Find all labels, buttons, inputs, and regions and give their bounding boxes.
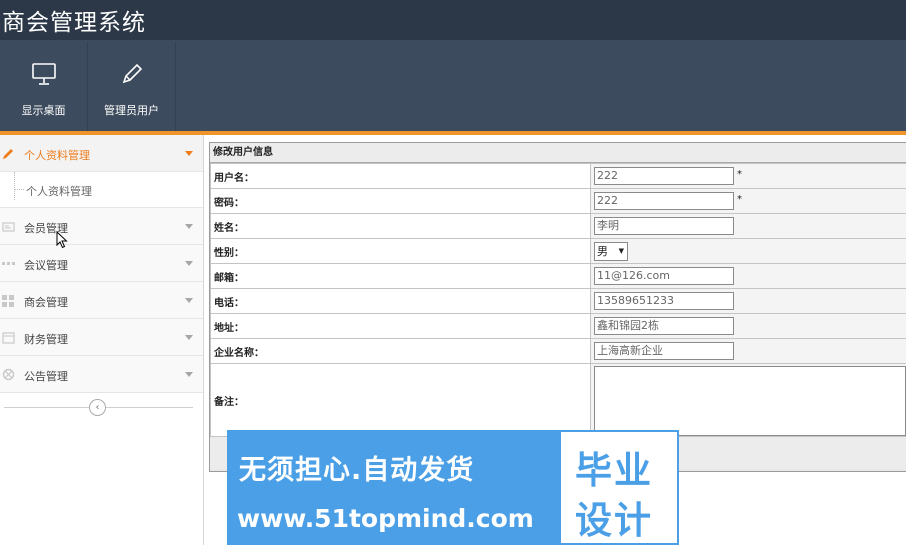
form-row-password: 密码： 222 * [210,188,906,214]
sidebar-item-notices[interactable]: 公告管理 [0,356,203,393]
sidebar-item-label: 个人资料管理 [24,149,90,162]
show-desktop-button[interactable]: 显示桌面 [0,42,88,131]
phone-label: 电话： [210,288,591,314]
gender-selected-value: 男 [597,244,608,258]
calendar-icon [2,331,15,344]
sidebar-item-label: 会议管理 [24,259,68,272]
app-header: 商会管理系统 显示桌面 管理员用户 [0,0,906,131]
watermark-banner: 无须担心.自动发货 www.51topmind.com 毕业 设计 [227,430,679,545]
form-row-phone: 电话： 13589651233 [210,288,906,314]
chevron-left-icon[interactable]: ‹ [89,399,106,416]
username-label: 用户名： [210,163,591,189]
required-mark: * [737,194,742,205]
company-label: 企业名称： [210,338,591,364]
member-icon [2,220,15,233]
email-input[interactable]: 11@126.com [594,267,734,285]
chevron-down-icon[interactable] [185,224,193,229]
sidebar-item-label: 商会管理 [24,296,68,309]
admin-user-button[interactable]: 管理员用户 [88,42,176,131]
sidebar-item-label: 财务管理 [24,333,68,346]
watermark-url: www.51topmind.com [237,504,534,533]
toolbar: 显示桌面 管理员用户 [0,42,176,131]
watermark-slogan: 无须担心.自动发货 [239,455,475,486]
chevron-down-icon[interactable] [185,335,193,340]
notice-icon [2,368,15,381]
sidebar-item-finance[interactable]: 财务管理 [0,319,203,356]
form-row-company: 企业名称： 上海高新企业 [210,338,906,364]
sidebar-item-profile[interactable]: 个人资料管理 [0,135,203,172]
name-label: 姓名： [210,213,591,239]
sidebar-subitem-label: 个人资料管理 [26,185,92,198]
caret-down-icon: ▼ [618,246,624,255]
sidebar-item-members[interactable]: 会员管理 [0,208,203,245]
email-label: 邮箱： [210,263,591,289]
form-table: 用户名： 222 * 密码： 222 * 姓名： 李明 性别： 男 ▼ 邮箱： … [210,163,906,437]
admin-user-label: 管理员用户 [104,104,159,117]
form-title: 修改用户信息 [210,143,906,163]
form-row-address: 地址： 鑫和锦园2栋 [210,313,906,339]
sidebar-subitem-profile[interactable]: 个人资料管理 [0,172,203,208]
password-input[interactable]: 222 [594,192,734,210]
watermark-badge: 毕业 设计 [561,432,677,543]
chevron-down-icon[interactable] [185,372,193,377]
form-row-gender: 性别： 男 ▼ [210,238,906,264]
show-desktop-label: 显示桌面 [21,104,66,117]
grid-icon [2,294,15,307]
watermark-badge-line2: 设计 [575,499,653,542]
name-input[interactable]: 李明 [594,217,734,235]
sidebar-item-meetings[interactable]: 会议管理 [0,245,203,282]
company-input[interactable]: 上海高新企业 [594,342,734,360]
chevron-down-icon[interactable] [185,151,193,156]
form-row-remark: 备注： [210,363,906,437]
address-input[interactable]: 鑫和锦园2栋 [594,317,734,335]
form-row-username: 用户名： 222 * [210,163,906,189]
form-row-name: 姓名： 李明 [210,213,906,239]
phone-input[interactable]: 13589651233 [594,292,734,310]
meeting-icon [2,257,15,270]
password-label: 密码： [210,188,591,214]
edit-user-form: 修改用户信息 用户名： 222 * 密码： 222 * 姓名： 李明 性别： 男… [209,142,906,472]
pencil-icon [118,60,146,88]
chevron-down-icon[interactable] [185,261,193,266]
title-bar: 商会管理系统 [0,0,906,40]
sidebar-collapse-area: ‹ [0,393,203,423]
app-title: 商会管理系统 [2,10,146,36]
required-mark: * [737,169,742,180]
gender-select[interactable]: 男 ▼ [594,241,628,261]
sidebar: 个人资料管理 个人资料管理 会员管理 会议管理 商会管理 财务管理 公告管理 ‹ [0,135,204,545]
username-input[interactable]: 222 [594,167,734,185]
watermark-badge-line1: 毕业 [575,449,653,492]
remark-textarea[interactable] [594,366,906,436]
address-label: 地址： [210,313,591,339]
sidebar-item-chamber[interactable]: 商会管理 [0,282,203,319]
form-row-email: 邮箱： 11@126.com [210,263,906,289]
remark-label: 备注： [210,363,591,437]
sidebar-item-label: 公告管理 [24,370,68,383]
mouse-cursor-icon [56,230,68,249]
monitor-icon [30,60,58,88]
chevron-down-icon[interactable] [185,298,193,303]
pencil-icon [2,147,15,160]
gender-label: 性别： [210,238,591,264]
